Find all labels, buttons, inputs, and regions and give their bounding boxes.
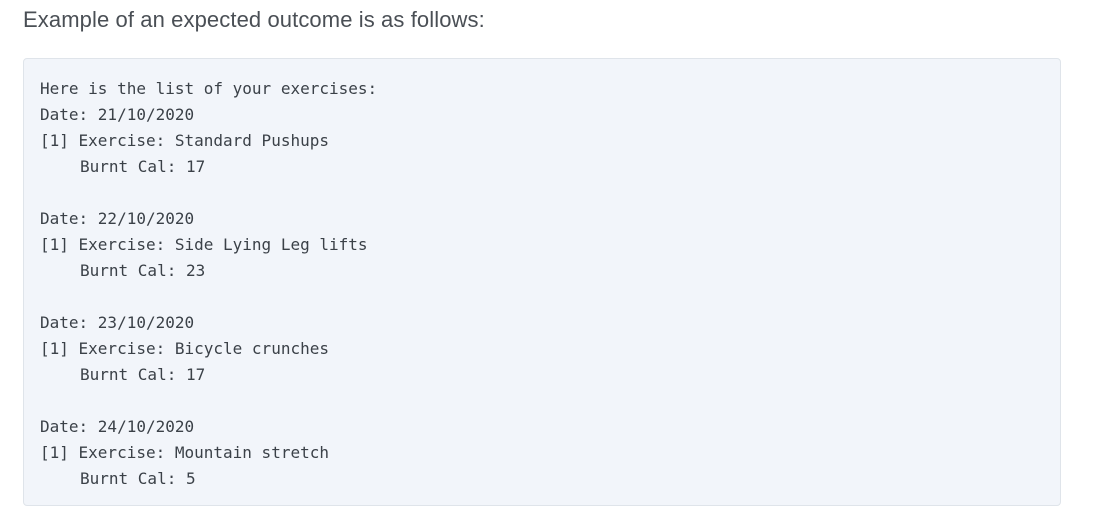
exercise-entry: Date: 21/10/2020 [1] Exercise: Standard … <box>40 102 1060 180</box>
entry-calories-line: Burnt Cal: 17 <box>80 365 206 384</box>
entry-exercise-line: [1] Exercise: Mountain stretch <box>40 443 329 462</box>
exercise-entry: Date: 22/10/2020 [1] Exercise: Side Lyin… <box>40 206 1060 284</box>
entry-date-line: Date: 21/10/2020 <box>40 105 195 124</box>
exercise-entry: Date: 24/10/2020 [1] Exercise: Mountain … <box>40 414 1060 492</box>
entry-exercise-line: [1] Exercise: Bicycle crunches <box>40 339 329 358</box>
entry-date-line: Date: 22/10/2020 <box>40 209 195 228</box>
entry-date-line: Date: 23/10/2020 <box>40 313 195 332</box>
entry-date-line: Date: 24/10/2020 <box>40 417 195 436</box>
entry-calories-line: Burnt Cal: 23 <box>80 261 206 280</box>
entry-calories-line: Burnt Cal: 17 <box>80 157 206 176</box>
code-output-block: Here is the list of your exercises: Date… <box>23 58 1061 506</box>
output-header-line: Here is the list of your exercises: <box>40 79 378 98</box>
entry-exercise-line: [1] Exercise: Side Lying Leg lifts <box>40 235 368 254</box>
entry-exercise-line: [1] Exercise: Standard Pushups <box>40 131 329 150</box>
intro-text: Example of an expected outcome is as fol… <box>23 7 485 32</box>
entry-calories-line: Burnt Cal: 5 <box>80 469 196 488</box>
exercise-entry: Date: 23/10/2020 [1] Exercise: Bicycle c… <box>40 310 1060 388</box>
